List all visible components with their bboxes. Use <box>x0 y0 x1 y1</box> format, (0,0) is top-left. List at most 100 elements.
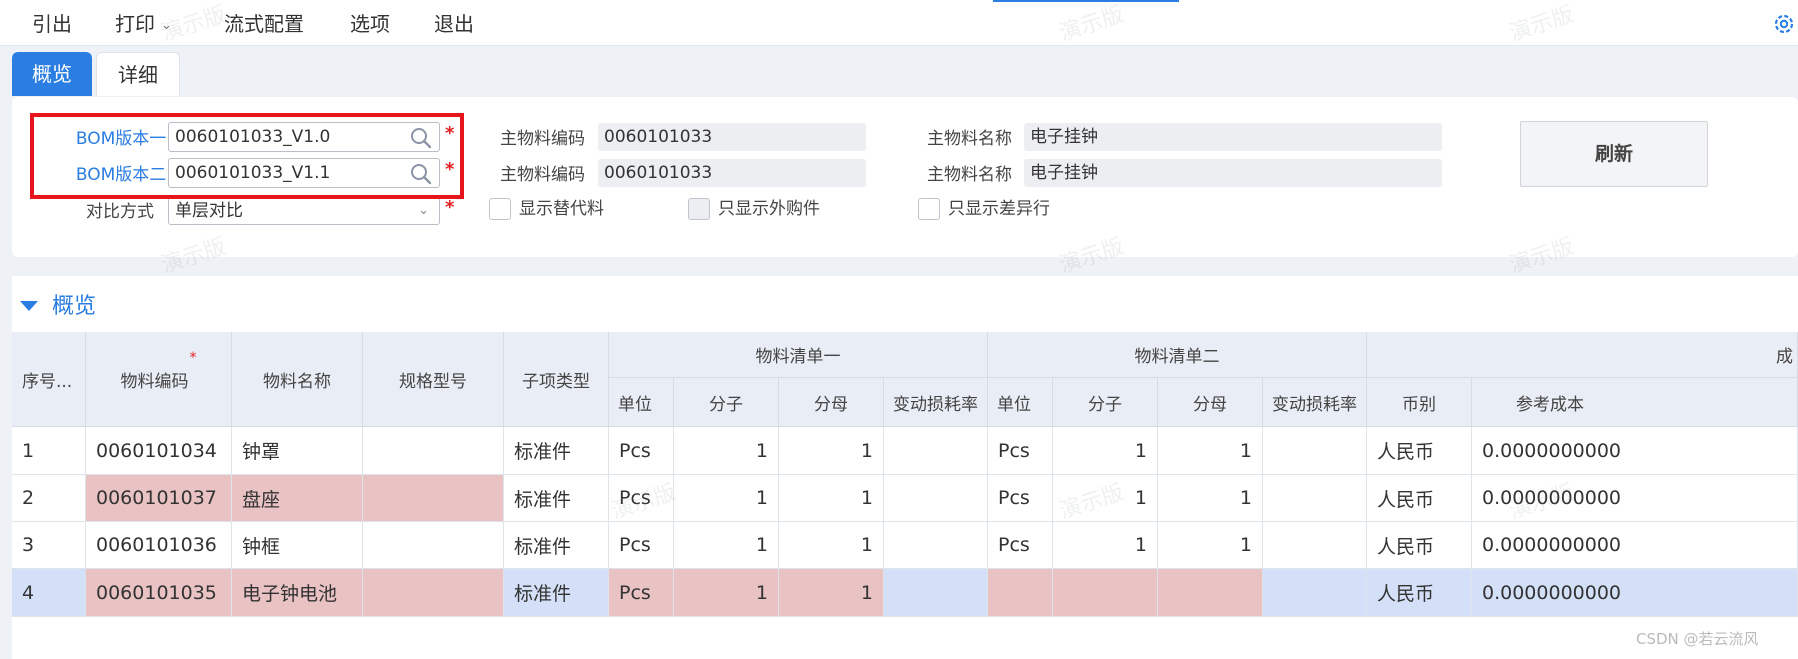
compare-select[interactable]: 单层对比 ⌄ <box>168 197 440 225</box>
bom1-label: BOM版本一: <box>75 129 172 149</box>
cell-loss-2[interactable] <box>1263 475 1367 522</box>
cell-spec[interactable] <box>363 475 504 522</box>
cell-cost[interactable]: 0.0000000000 <box>1472 569 1798 617</box>
menu-export[interactable]: 引出 <box>32 10 72 38</box>
purchased-checkbox[interactable] <box>688 198 710 220</box>
header-unit-1[interactable]: 单位 <box>609 378 674 427</box>
cell-name[interactable]: 电子钟电池 <box>232 569 363 617</box>
substitute-checkbox[interactable] <box>489 198 511 220</box>
cell-seq[interactable]: 2 <box>12 475 86 522</box>
cell-unit-2[interactable]: Pcs <box>988 475 1053 522</box>
search-icon[interactable] <box>409 162 433 186</box>
header-denominator-2[interactable]: 分母 <box>1158 378 1263 427</box>
refresh-button[interactable]: 刷新 <box>1520 121 1708 187</box>
header-code[interactable]: 物料编码 * <box>86 332 232 427</box>
cell-loss-2[interactable] <box>1263 522 1367 569</box>
cell-denominator-2[interactable] <box>1158 569 1263 617</box>
cell-loss-2[interactable] <box>1263 569 1367 617</box>
tab-detail[interactable]: 详细 <box>96 52 180 96</box>
cell-cost[interactable]: 0.0000000000 <box>1472 427 1798 475</box>
header-currency[interactable]: 币别 <box>1367 378 1472 427</box>
gear-icon[interactable] <box>1772 12 1796 36</box>
cell-denominator-1[interactable]: 1 <box>779 427 884 475</box>
cell-cost[interactable]: 0.0000000000 <box>1472 475 1798 522</box>
cell-unit-1[interactable]: Pcs <box>609 569 674 617</box>
cell-name[interactable]: 盘座 <box>232 475 363 522</box>
header-cost[interactable]: 参考成本 <box>1472 378 1798 427</box>
required-mark: * <box>445 159 455 180</box>
cell-numerator-2[interactable] <box>1053 569 1158 617</box>
cell-currency[interactable]: 人民币 <box>1367 522 1472 569</box>
cell-denominator-2[interactable]: 1 <box>1158 475 1263 522</box>
required-mark: * <box>445 197 455 218</box>
header-seq[interactable]: 序号... <box>12 332 86 427</box>
header-numerator-2[interactable]: 分子 <box>1053 378 1158 427</box>
cell-numerator-1[interactable]: 1 <box>674 427 779 475</box>
main-code-field-2: 0060101033 <box>598 159 866 187</box>
cell-numerator-1[interactable]: 1 <box>674 569 779 617</box>
cell-code[interactable]: 0060101034 <box>86 427 232 475</box>
cell-currency[interactable]: 人民币 <box>1367 427 1472 475</box>
cell-seq[interactable]: 4 <box>12 569 86 617</box>
cell-numerator-1[interactable]: 1 <box>674 522 779 569</box>
cell-unit-2[interactable]: Pcs <box>988 427 1053 475</box>
cell-loss-1[interactable] <box>884 522 988 569</box>
cell-name[interactable]: 钟罩 <box>232 427 363 475</box>
cell-numerator-1[interactable]: 1 <box>674 475 779 522</box>
bom2-input[interactable]: 0060101033_V1.1 <box>168 158 440 188</box>
cell-type[interactable]: 标准件 <box>504 569 609 617</box>
cell-seq[interactable]: 3 <box>12 522 86 569</box>
cell-numerator-2[interactable]: 1 <box>1053 522 1158 569</box>
cell-denominator-2[interactable]: 1 <box>1158 522 1263 569</box>
menu-print[interactable]: 打印 ⌄ <box>115 10 172 38</box>
cell-unit-1[interactable]: Pcs <box>609 475 674 522</box>
header-spec[interactable]: 规格型号 <box>363 332 504 427</box>
cell-currency[interactable]: 人民币 <box>1367 569 1472 617</box>
cell-loss-2[interactable] <box>1263 427 1367 475</box>
menu-flow-config[interactable]: 流式配置 <box>224 10 304 38</box>
cell-type[interactable]: 标准件 <box>504 475 609 522</box>
cell-type[interactable]: 标准件 <box>504 427 609 475</box>
cell-denominator-1[interactable]: 1 <box>779 522 884 569</box>
cell-cost[interactable]: 0.0000000000 <box>1472 522 1798 569</box>
cell-currency[interactable]: 人民币 <box>1367 475 1472 522</box>
header-type[interactable]: 子项类型 <box>504 332 609 427</box>
cell-unit-1[interactable]: Pcs <box>609 522 674 569</box>
cell-denominator-2[interactable]: 1 <box>1158 427 1263 475</box>
cell-loss-1[interactable] <box>884 427 988 475</box>
cell-denominator-1[interactable]: 1 <box>779 569 884 617</box>
cell-unit-2[interactable] <box>988 569 1053 617</box>
cell-unit-2[interactable]: Pcs <box>988 522 1053 569</box>
cell-spec[interactable] <box>363 522 504 569</box>
header-unit-2[interactable]: 单位 <box>988 378 1053 427</box>
header-loss-2[interactable]: 变动损耗率 <box>1263 378 1367 427</box>
cell-loss-1[interactable] <box>884 475 988 522</box>
cell-loss-1[interactable] <box>884 569 988 617</box>
cell-spec[interactable] <box>363 427 504 475</box>
cell-spec[interactable] <box>363 569 504 617</box>
cell-name[interactable]: 钟框 <box>232 522 363 569</box>
cell-denominator-1[interactable]: 1 <box>779 475 884 522</box>
cell-seq[interactable]: 1 <box>12 427 86 475</box>
cell-numerator-2[interactable]: 1 <box>1053 427 1158 475</box>
main-name-field-1: 电子挂钟 <box>1024 123 1442 151</box>
header-numerator-1[interactable]: 分子 <box>674 378 779 427</box>
bom1-input[interactable]: 0060101033_V1.0 <box>168 122 440 152</box>
cell-unit-1[interactable]: Pcs <box>609 427 674 475</box>
cell-code[interactable]: 0060101035 <box>86 569 232 617</box>
menu-exit[interactable]: 退出 <box>434 10 474 38</box>
header-name[interactable]: 物料名称 <box>232 332 363 427</box>
cell-code[interactable]: 0060101037 <box>86 475 232 522</box>
cell-type[interactable]: 标准件 <box>504 522 609 569</box>
diff-only-checkbox[interactable] <box>918 198 940 220</box>
search-icon[interactable] <box>409 126 433 150</box>
tab-overview[interactable]: 概览 <box>12 52 92 96</box>
menu-options[interactable]: 选项 <box>350 10 390 38</box>
menu-bar: 引出 打印 ⌄ 流式配置 选项 退出 <box>0 0 1798 46</box>
cell-numerator-2[interactable]: 1 <box>1053 475 1158 522</box>
filter-panel: BOM版本一: 0060101033_V1.0 * BOM版本二: 006010… <box>12 97 1798 257</box>
header-loss-1[interactable]: 变动损耗率 <box>884 378 988 427</box>
header-denominator-1[interactable]: 分母 <box>779 378 884 427</box>
header-group-bom1: 物料清单一 <box>609 332 988 378</box>
cell-code[interactable]: 0060101036 <box>86 522 232 569</box>
